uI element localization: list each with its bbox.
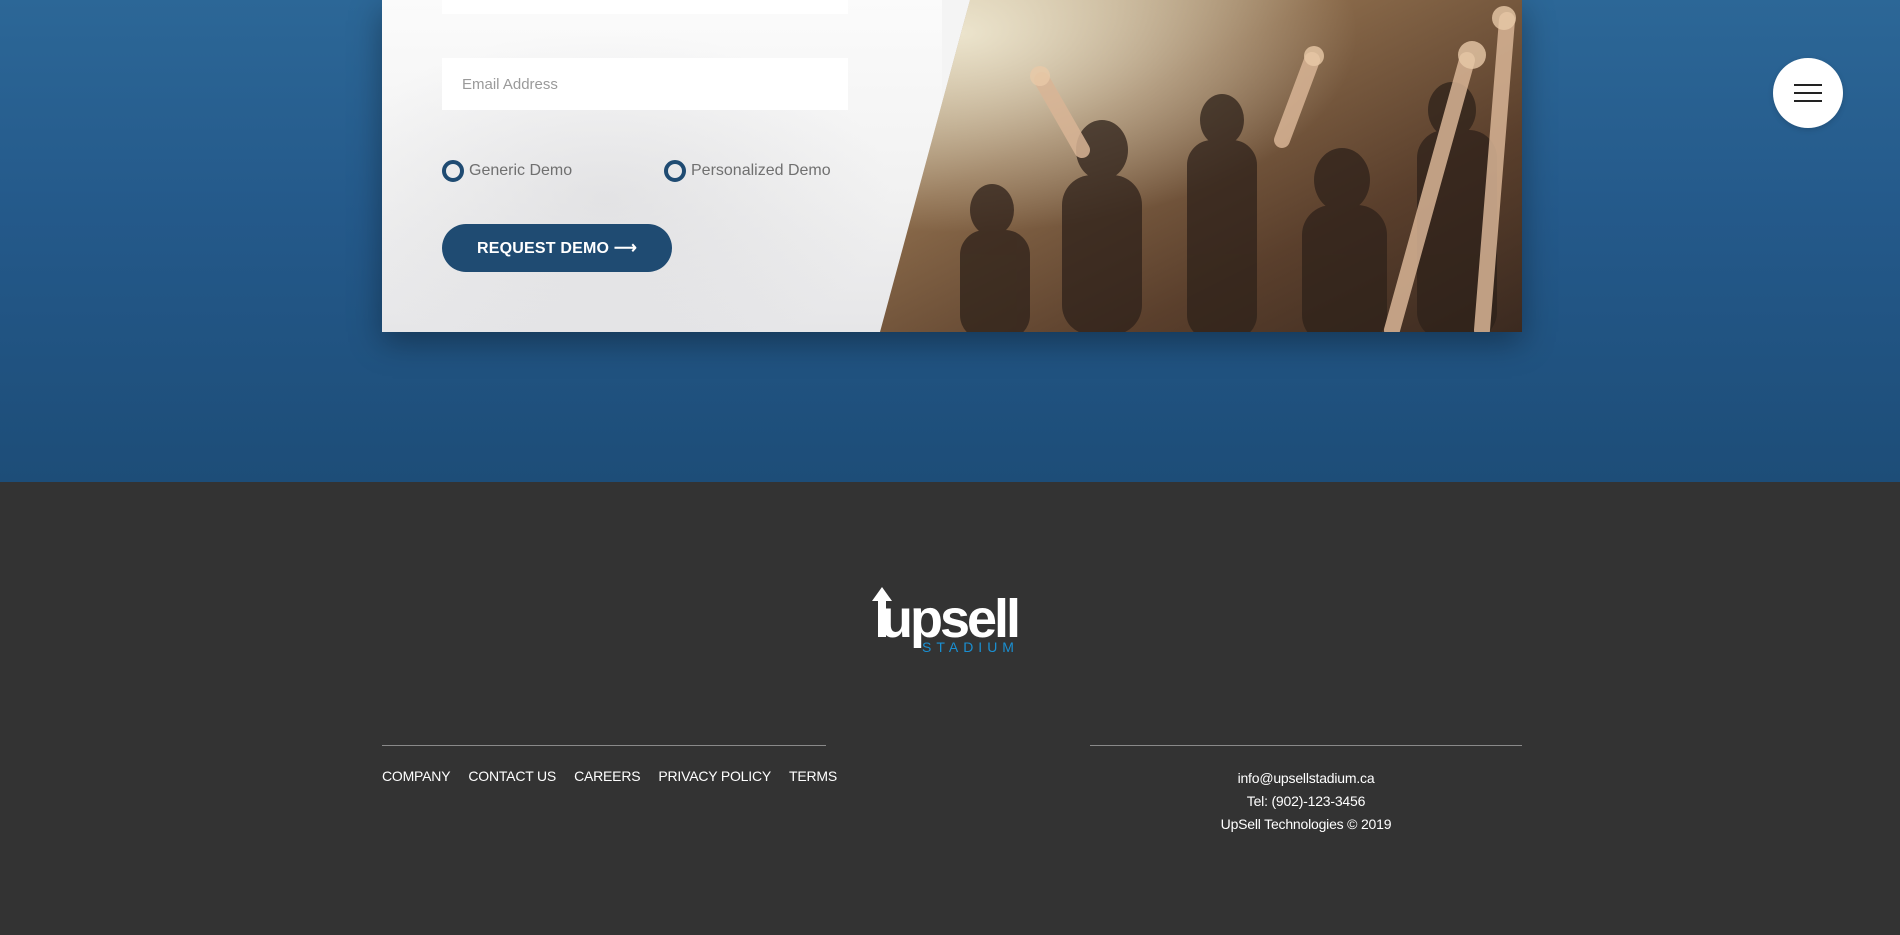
radio-personalized-demo[interactable]: Personalized Demo bbox=[664, 156, 831, 186]
menu-bar bbox=[1794, 84, 1822, 86]
name-field-bottom[interactable] bbox=[442, 0, 848, 14]
upsell-stadium-logo: upsell STADIUM bbox=[868, 585, 1038, 662]
radio-generic-demo[interactable]: Generic Demo bbox=[442, 156, 572, 186]
footer-divider-right bbox=[1090, 745, 1522, 746]
footer-contact: info@upsellstadium.ca Tel: (902)-123-345… bbox=[1090, 767, 1522, 836]
footer-link-company[interactable]: COMPANY bbox=[382, 768, 451, 784]
radio-label: Personalized Demo bbox=[691, 162, 831, 179]
contact-phone: Tel: (902)-123-3456 bbox=[1246, 793, 1366, 809]
email-field[interactable] bbox=[442, 58, 848, 110]
menu-bar bbox=[1794, 100, 1822, 102]
radio-circle-icon[interactable] bbox=[442, 160, 464, 182]
footer-divider-left bbox=[382, 745, 826, 746]
hero-section: Generic Demo Personalized Demo REQUEST D… bbox=[0, 0, 1900, 482]
footer-link-careers[interactable]: CAREERS bbox=[574, 768, 640, 784]
footer-nav: COMPANY CONTACT US CAREERS PRIVACY POLIC… bbox=[382, 768, 837, 784]
menu-bar bbox=[1794, 92, 1822, 94]
hamburger-menu-icon[interactable] bbox=[1773, 58, 1843, 128]
footer-link-terms[interactable]: TERMS bbox=[789, 768, 837, 784]
demo-request-card: Generic Demo Personalized Demo REQUEST D… bbox=[382, 0, 1522, 332]
radio-circle-icon[interactable] bbox=[664, 160, 686, 182]
footer-link-contact-us[interactable]: CONTACT US bbox=[468, 768, 556, 784]
copyright: UpSell Technologies © 2019 bbox=[1220, 816, 1392, 832]
footer-link-privacy-policy[interactable]: PRIVACY POLICY bbox=[658, 768, 771, 784]
request-demo-button[interactable]: REQUEST DEMO ⟶ bbox=[442, 224, 672, 272]
contact-email[interactable]: info@upsellstadium.ca bbox=[1090, 767, 1522, 790]
radio-label: Generic Demo bbox=[469, 162, 573, 179]
logo-word-sub: STADIUM bbox=[922, 639, 1019, 655]
